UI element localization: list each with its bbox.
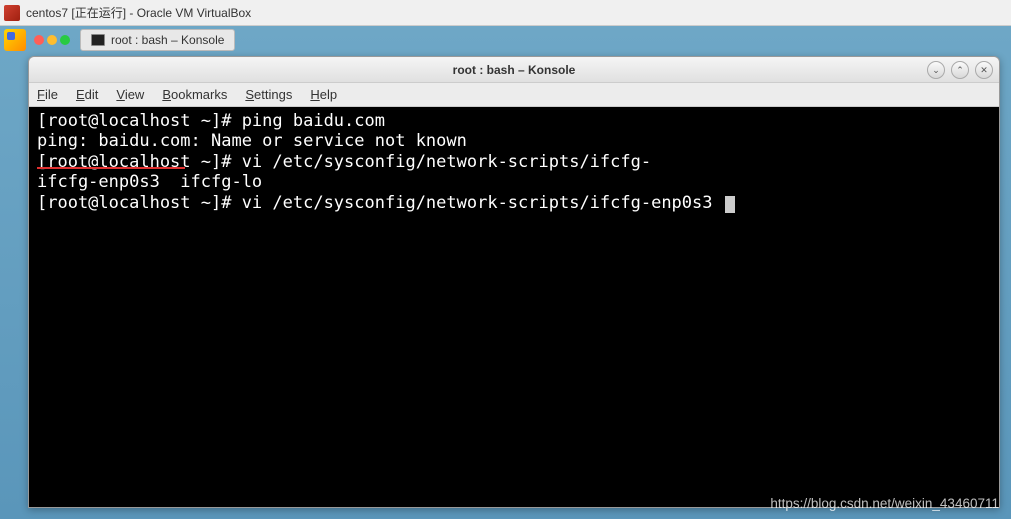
virtualbox-title: centos7 [正在运行] - Oracle VM VirtualBox	[26, 4, 251, 21]
maximize-button[interactable]: ⌃	[951, 61, 969, 79]
terminal-line: [root@localhost ~]# vi /etc/sysconfig/ne…	[37, 152, 991, 172]
taskbar-konsole-item[interactable]: root : bash – Konsole	[80, 29, 235, 51]
app-launcher-icon[interactable]	[4, 29, 26, 51]
traffic-green-icon[interactable]	[60, 35, 70, 45]
menu-file[interactable]: File	[37, 87, 58, 102]
menu-help[interactable]: Help	[310, 87, 337, 102]
cursor-icon	[725, 196, 735, 213]
virtualbox-icon	[4, 5, 20, 21]
highlight-underline-icon	[37, 167, 185, 169]
menu-settings[interactable]: Settings	[245, 87, 292, 102]
terminal-line: ping: baidu.com: Name or service not kno…	[37, 131, 991, 151]
traffic-red-icon[interactable]	[34, 35, 44, 45]
konsole-titlebar[interactable]: root : bash – Konsole ⌄ ⌃ ✕	[29, 57, 999, 83]
menubar: File Edit View Bookmarks Settings Help	[29, 83, 999, 107]
terminal-line: ifcfg-enp0s3 ifcfg-lo	[37, 172, 991, 192]
window-controls: ⌄ ⌃ ✕	[927, 61, 993, 79]
taskbar-label: root : bash – Konsole	[111, 33, 224, 47]
menu-bookmarks[interactable]: Bookmarks	[162, 87, 227, 102]
konsole-window: root : bash – Konsole ⌄ ⌃ ✕ File Edit Vi…	[28, 56, 1000, 508]
terminal-area[interactable]: [root@localhost ~]# ping baidu.com ping:…	[29, 107, 999, 507]
menu-view[interactable]: View	[116, 87, 144, 102]
terminal-line: [root@localhost ~]# ping baidu.com	[37, 111, 991, 131]
konsole-title: root : bash – Konsole	[453, 63, 576, 77]
virtualbox-titlebar: centos7 [正在运行] - Oracle VM VirtualBox	[0, 0, 1011, 26]
close-button[interactable]: ✕	[975, 61, 993, 79]
guest-taskbar: root : bash – Konsole	[0, 26, 1011, 54]
terminal-line: [root@localhost ~]# vi /etc/sysconfig/ne…	[37, 193, 991, 213]
menu-edit[interactable]: Edit	[76, 87, 98, 102]
traffic-yellow-icon[interactable]	[47, 35, 57, 45]
traffic-lights	[34, 35, 70, 45]
watermark: https://blog.csdn.net/weixin_43460711	[770, 496, 999, 511]
terminal-icon	[91, 34, 105, 46]
minimize-button[interactable]: ⌄	[927, 61, 945, 79]
